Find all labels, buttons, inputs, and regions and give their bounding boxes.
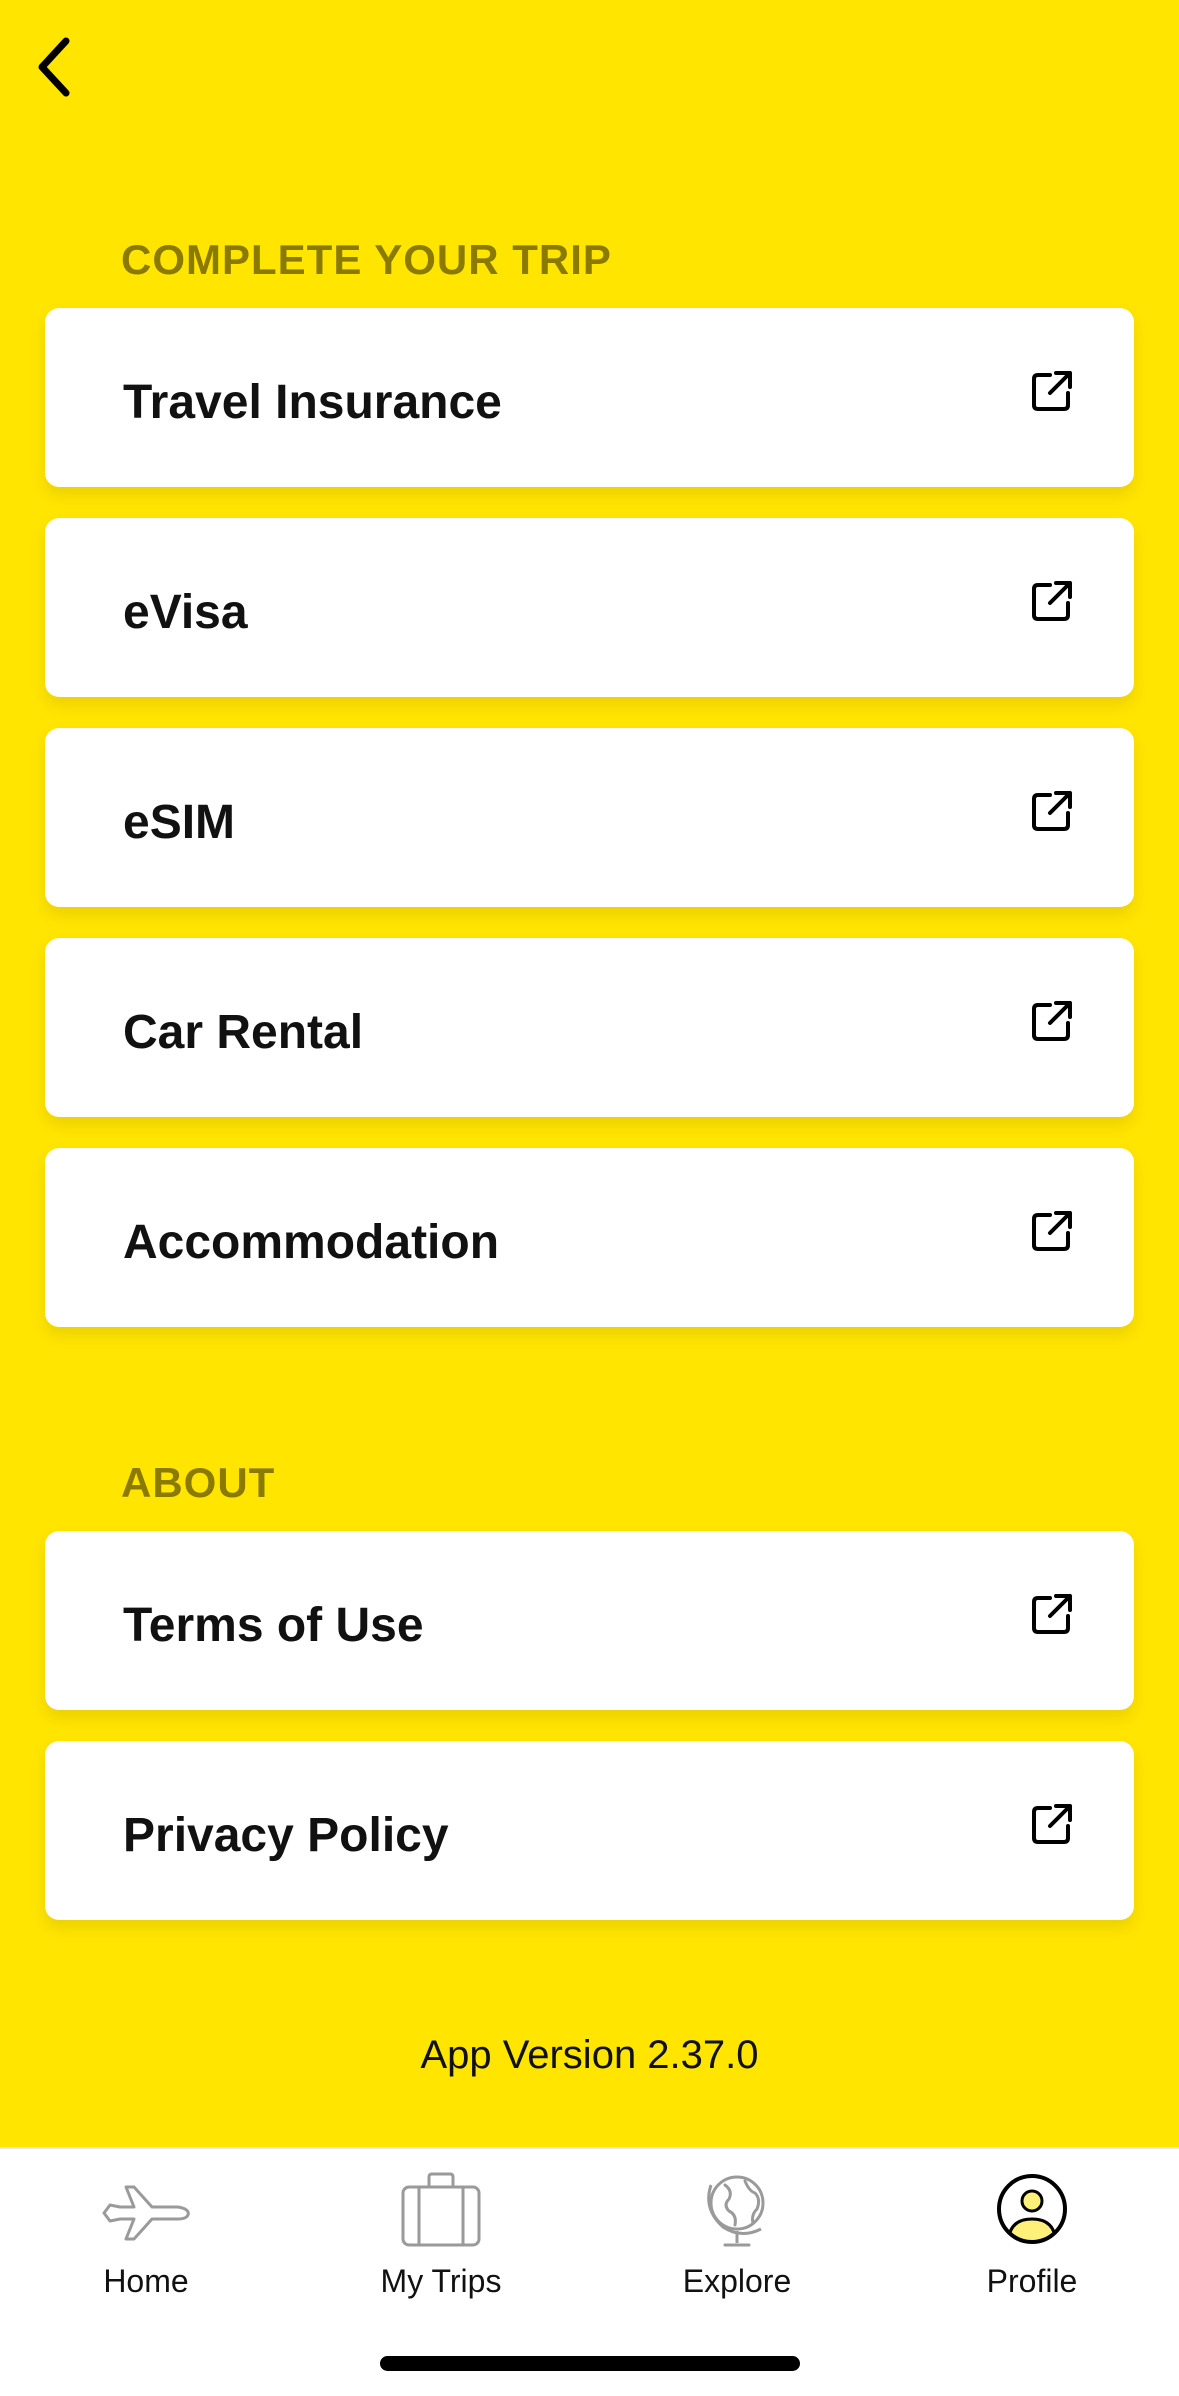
tab-profile[interactable]: Profile [922, 2169, 1142, 2309]
privacy-policy-link[interactable]: Privacy Policy [45, 1741, 1134, 1920]
tab-label: Profile [986, 2263, 1078, 2299]
external-link-icon [1032, 790, 1072, 831]
terms-of-use-link[interactable]: Terms of Use [45, 1531, 1134, 1710]
tab-my-trips[interactable]: My Trips [331, 2169, 551, 2309]
tab-label: Home [103, 2263, 189, 2299]
home-indicator [380, 2356, 800, 2371]
accommodation-link[interactable]: Accommodation [45, 1148, 1134, 1327]
card-label: Terms of Use [123, 1599, 424, 1652]
tab-explore[interactable]: Explore [627, 2169, 847, 2309]
section-title-complete-your-trip: COMPLETE YOUR TRIP [121, 236, 612, 283]
app-version: App Version 2.37.0 [420, 2033, 759, 2077]
external-link-icon [1032, 370, 1072, 411]
evisa-link[interactable]: eVisa [45, 518, 1134, 697]
tab-label: My Trips [380, 2263, 502, 2299]
tab-label: Explore [682, 2263, 792, 2299]
external-link-icon [1032, 1593, 1072, 1634]
tab-home[interactable]: Home [36, 2169, 256, 2309]
section-title-about: ABOUT [121, 1459, 276, 1506]
back-button[interactable] [14, 22, 94, 112]
car-rental-link[interactable]: Car Rental [45, 938, 1134, 1117]
chevron-left-icon [38, 37, 70, 97]
card-label: Travel Insurance [123, 376, 502, 429]
travel-insurance-link[interactable]: Travel Insurance [45, 308, 1134, 487]
card-label: Car Rental [123, 1006, 364, 1059]
card-label: eVisa [123, 586, 248, 639]
globe-icon [707, 2175, 765, 2247]
esim-link[interactable]: eSIM [45, 728, 1134, 907]
card-label: Accommodation [123, 1216, 500, 1269]
card-label: eSIM [123, 796, 236, 849]
external-link-icon [1032, 1000, 1072, 1041]
profile-icon [997, 2174, 1067, 2244]
external-link-icon [1032, 580, 1072, 621]
external-link-icon [1032, 1210, 1072, 1251]
suitcase-icon [401, 2172, 481, 2247]
external-link-icon [1032, 1803, 1072, 1844]
card-label: Privacy Policy [123, 1809, 449, 1862]
airplane-icon [102, 2185, 190, 2241]
